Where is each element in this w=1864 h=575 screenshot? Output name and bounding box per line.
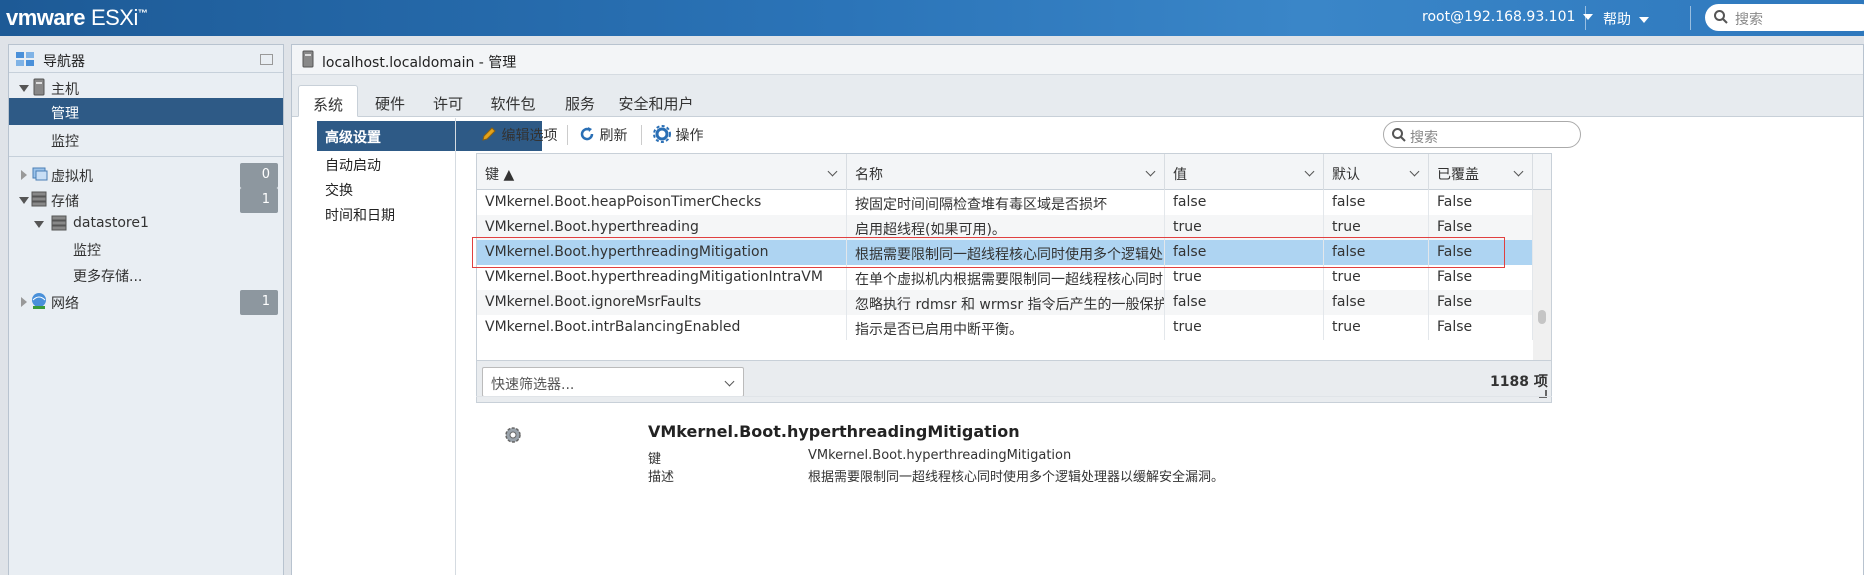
help-menu[interactable]: 帮助 [1603, 9, 1649, 29]
vm-icon [32, 167, 48, 181]
tab-security-users[interactable]: 安全和用户 [616, 85, 696, 117]
highlight-box [472, 237, 1505, 268]
tab-system[interactable]: 系统 [298, 85, 358, 117]
tab-hardware[interactable]: 硬件 [362, 85, 418, 117]
navigator-header: 导航器 [9, 45, 283, 73]
expand-icon[interactable] [21, 297, 27, 307]
storage-icon [31, 191, 47, 207]
host-icon [302, 50, 314, 68]
tab-packages[interactable]: 软件包 [482, 85, 544, 117]
column-default[interactable]: 默认 [1324, 154, 1429, 190]
nav-monitor[interactable]: 监控 [9, 125, 283, 155]
table-row[interactable]: VMkernel.Boot.heapPoisonTimerChecks 按固定时… [477, 190, 1537, 215]
detail-desc-value: 根据需要限制同一超线程核心同时使用多个逻辑处理器以缓解安全漏洞。 [808, 470, 1225, 485]
chevron-down-icon [1639, 17, 1649, 23]
search-icon [1714, 10, 1728, 24]
minimize-icon[interactable] [260, 54, 273, 65]
table-row[interactable]: VMkernel.Boot.ignoreMsrFaults 忽略执行 rdmsr… [477, 290, 1537, 315]
chevron-down-icon [827, 166, 838, 177]
refresh-button[interactable]: 刷新 [579, 125, 627, 145]
network-count-badge: 1 [240, 290, 278, 315]
advanced-settings-grid: 键 ▲ 名称 值 默认 已覆盖 VMkernel.Boot.heapPoison… [476, 153, 1552, 403]
edit-option-button[interactable]: 编辑选项 [481, 125, 557, 145]
pencil-icon [482, 127, 496, 141]
detail-title: VMkernel.Boot.hyperthreadingMitigation [648, 422, 1020, 441]
host-icon [33, 78, 45, 96]
settings-gear-icon [505, 427, 521, 443]
detail-key-value: VMkernel.Boot.hyperthreadingMitigation [808, 448, 1072, 463]
chevron-down-icon [1513, 166, 1524, 177]
column-overridden[interactable]: 已覆盖 [1429, 154, 1533, 190]
column-name[interactable]: 名称 [847, 154, 1165, 190]
grid-header: 键 ▲ 名称 值 默认 已覆盖 [477, 154, 1551, 190]
expand-icon[interactable] [21, 170, 27, 180]
column-key[interactable]: 键 ▲ [477, 154, 847, 190]
main-panel: localhost.localdomain - 管理 系统 硬件 许可 软件包 … [291, 44, 1864, 575]
page-title: localhost.localdomain - 管理 [322, 55, 517, 71]
search-icon [1392, 128, 1406, 142]
tab-license[interactable]: 许可 [420, 85, 476, 117]
main-header: localhost.localdomain - 管理 [292, 45, 1863, 75]
refresh-icon [580, 127, 594, 141]
collapse-icon[interactable] [19, 197, 29, 204]
scroll-thumb[interactable] [1538, 310, 1546, 324]
navigator-panel: 导航器 主机 管理 监控 虚拟机 0 存储 1 datastore1 监控 更多… [8, 44, 284, 575]
navigator-icon [16, 52, 34, 66]
navigator-title: 导航器 [43, 54, 85, 70]
network-icon [32, 293, 46, 309]
quick-filter-select[interactable]: 快速筛选器... [482, 367, 744, 397]
nav-manage[interactable]: 管理 [9, 98, 283, 125]
detail-desc-label: 描述 [648, 470, 675, 485]
top-bar: vmware ESXi™ root@192.168.93.101 帮助 搜索 [0, 0, 1864, 36]
nav-more-storage[interactable]: 更多存储... [9, 260, 283, 290]
table-row[interactable]: VMkernel.Boot.intrBalancingEnabled 指示是否已… [477, 315, 1537, 340]
top-search-input[interactable]: 搜索 [1705, 4, 1864, 31]
grid-search-input[interactable]: 搜索 [1383, 121, 1581, 148]
actions-button[interactable]: 操作 [653, 125, 703, 145]
chevron-down-icon [1409, 166, 1420, 177]
item-count: 1188 项 [1490, 374, 1548, 390]
table-row[interactable]: VMkernel.Boot.hyperthreadingMitigationIn… [477, 265, 1537, 290]
datastore-icon [51, 215, 67, 231]
column-value[interactable]: 值 [1165, 154, 1324, 190]
collapse-icon[interactable] [34, 221, 44, 228]
collapse-icon[interactable] [19, 85, 29, 92]
user-menu[interactable]: root@192.168.93.101 [1422, 9, 1594, 25]
detail-key-label: 键 [648, 452, 662, 467]
tab-services[interactable]: 服务 [552, 85, 608, 117]
grid-scrollbar[interactable] [1533, 190, 1551, 360]
nav-network[interactable]: 网络 1 [9, 287, 283, 317]
chevron-down-icon [1304, 166, 1315, 177]
gear-icon [653, 125, 671, 143]
chevron-down-icon [724, 376, 735, 387]
vmware-logo: vmware ESXi™ [6, 5, 148, 30]
chevron-down-icon [1145, 166, 1156, 177]
tab-bar: 系统 硬件 许可 软件包 服务 安全和用户 [292, 75, 1863, 117]
